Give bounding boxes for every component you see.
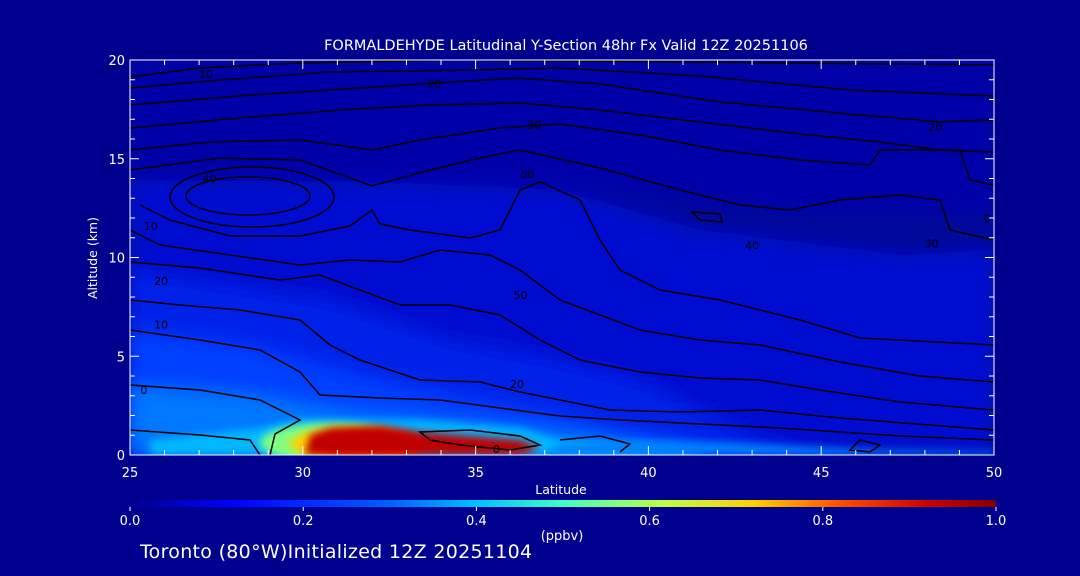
y-tick-label: 15 xyxy=(108,153,125,168)
colorbar-tick-label: 0.4 xyxy=(466,514,487,529)
footer-init-info: Toronto (80°W)Initialized 12Z 20251104 xyxy=(140,541,533,563)
contour-label: 10 xyxy=(154,319,168,332)
x-tick-label: 40 xyxy=(640,466,657,481)
contour-label: 20 xyxy=(928,121,942,134)
contour-label: 0 xyxy=(140,384,147,397)
chart-title: FORMALDEHYDE Latitudinal Y-Section 48hr … xyxy=(324,38,808,54)
contour-label: 50 xyxy=(520,169,534,182)
contour-label: 40 xyxy=(745,240,759,253)
x-tick-label: 45 xyxy=(813,466,830,481)
x-tick-label: 25 xyxy=(122,466,139,481)
colorbar-tick-label: 0.6 xyxy=(639,514,660,529)
cross-section-chart: 10 20 30 20 40 50 10 40 30 0 20 50 10 0 20 0 FORMALDEHY… xyxy=(85,38,1007,544)
x-tick-label: 30 xyxy=(295,466,312,481)
contour-label: 20 xyxy=(427,78,441,91)
contour-label: 20 xyxy=(154,275,168,288)
contour-label: 20 xyxy=(510,378,524,391)
contour-label: 30 xyxy=(527,119,541,132)
colorbar-unit-label: (ppbv) xyxy=(541,529,584,544)
y-axis-label: Altitude (km) xyxy=(85,217,100,299)
contour-label: 10 xyxy=(144,220,158,233)
x-tick-label: 50 xyxy=(986,466,1003,481)
concentration-field xyxy=(130,60,994,455)
y-tick-label: 5 xyxy=(117,350,125,365)
y-tick-label: 10 xyxy=(108,252,125,267)
colorbar xyxy=(130,500,996,507)
x-tick-label: 35 xyxy=(467,466,484,481)
contour-label: 40 xyxy=(202,173,216,186)
colorbar-tick-label: 0.8 xyxy=(812,514,833,529)
contour-label: 30 xyxy=(925,238,939,251)
contour-label: 10 xyxy=(199,68,213,81)
contour-label: 50 xyxy=(514,289,528,302)
y-tick-label: 0 xyxy=(117,449,125,464)
colorbar-tick-label: 0.2 xyxy=(293,514,314,529)
x-axis-label: Latitude xyxy=(535,482,587,497)
contour-label: 0 xyxy=(493,443,500,456)
colorbar-ticks: 0.0 0.2 0.4 0.6 0.8 1.0 xyxy=(120,507,1007,529)
colorbar-tick-label: 0.0 xyxy=(120,514,141,529)
colorbar-tick-label: 1.0 xyxy=(986,514,1007,529)
y-tick-label: 20 xyxy=(108,54,125,69)
